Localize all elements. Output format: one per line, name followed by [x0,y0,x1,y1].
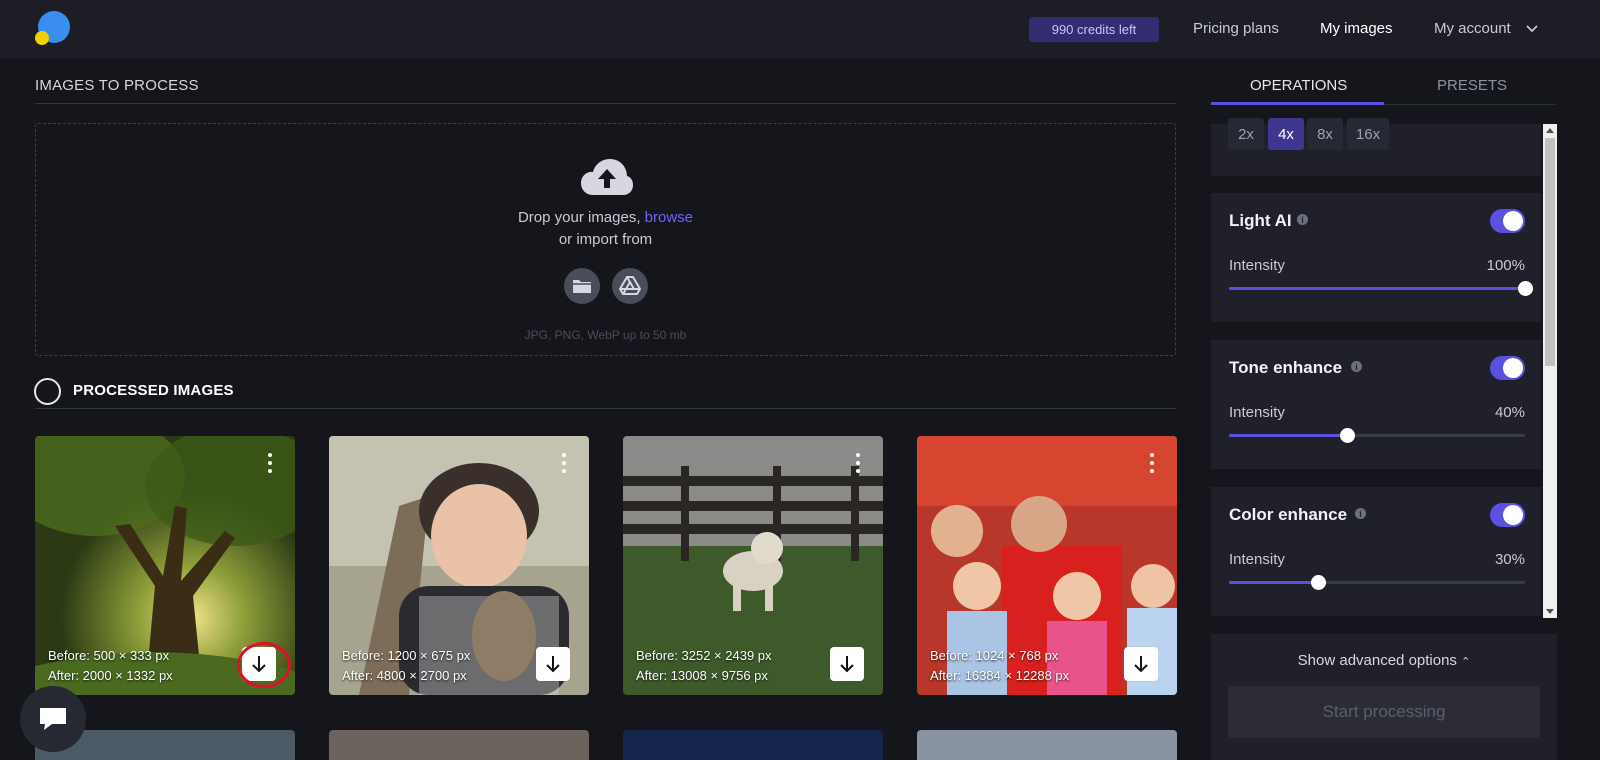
scale-2x-button[interactable]: 2x [1228,118,1264,150]
browse-link[interactable]: browse [645,209,693,226]
toggle-knob [1503,358,1523,378]
download-arrow-icon [840,656,854,673]
color-enhance-panel: Color enhance i Intensity 30% [1211,487,1541,616]
nav-my-images[interactable]: My images [1320,20,1393,37]
panel-scrollbar[interactable] [1543,124,1557,618]
after-size: After: 16384 × 12288 px [930,668,1070,683]
toggle-knob [1503,505,1523,525]
before-size: Before: 1024 × 768 px [930,648,1059,663]
intensity-slider[interactable] [1229,281,1533,296]
after-size: After: 2000 × 1332 px [48,668,173,683]
tab-presets[interactable]: PRESETS [1437,77,1507,94]
scale-8x-button[interactable]: 8x [1307,118,1343,150]
download-arrow-icon [546,656,560,673]
scrollbar-thumb[interactable] [1545,138,1555,366]
divider [35,408,1176,409]
drop-instructions: Drop your images, browse [36,209,1175,226]
after-size: After: 13008 × 9756 px [636,668,768,683]
scroll-up-arrow-icon[interactable] [1546,128,1554,133]
download-button[interactable] [830,647,864,681]
more-options-icon[interactable] [853,452,863,474]
before-size: Before: 500 × 333 px [48,648,170,663]
slider-fill [1229,287,1525,290]
processed-image-card-partial[interactable] [917,730,1177,760]
intensity-value: 30% [1494,551,1525,568]
download-highlight-ring [237,642,291,688]
upload-dropzone[interactable]: Drop your images, browse or import from … [35,123,1176,356]
intensity-label: Intensity [1229,257,1285,274]
images-to-process-title: IMAGES TO PROCESS [35,77,199,94]
before-size: Before: 3252 × 2439 px [636,648,772,663]
intensity-label: Intensity [1229,404,1285,421]
intensity-value: 40% [1494,404,1525,421]
start-processing-button[interactable]: Start processing [1228,686,1540,738]
scale-16x-button[interactable]: 16x [1347,118,1389,150]
processed-image-card[interactable]: Before: 3252 × 2439 px After: 13008 × 97… [623,436,883,695]
folder-icon [573,280,591,293]
light-ai-panel: Light AI i Intensity 100% [1211,193,1541,322]
chat-bubble-icon [40,708,66,730]
credits-badge[interactable]: 990 credits left [1029,17,1159,42]
cloud-upload-icon [581,159,633,195]
processed-image-card-partial[interactable] [329,730,589,760]
tone-enhance-panel: Tone enhance i Intensity 40% [1211,340,1541,469]
app-logo[interactable] [34,10,72,48]
after-size: After: 4800 × 2700 px [342,668,467,683]
import-from-text: or import from [558,231,653,248]
active-tab-indicator [1211,102,1384,105]
scroll-down-arrow-icon[interactable] [1546,609,1554,614]
operation-title: Tone enhance [1229,358,1343,377]
processed-image-card[interactable]: Before: 1200 × 675 px After: 4800 × 2700… [329,436,589,695]
info-icon[interactable]: i [1355,508,1366,519]
top-bar: 990 credits left Pricing plans My images… [0,0,1600,58]
nav-pricing-plans[interactable]: Pricing plans [1193,20,1279,37]
info-icon[interactable]: i [1297,214,1308,225]
divider [35,103,1176,104]
google-drive-icon [619,276,641,295]
slider-thumb[interactable] [1518,281,1533,296]
tone-enhance-toggle[interactable] [1490,356,1525,380]
download-button[interactable] [536,647,570,681]
processed-images-title: PROCESSED IMAGES [73,382,234,399]
chevron-down-icon[interactable] [1525,22,1539,36]
drop-text: Drop your images, [517,209,645,226]
import-folder-button[interactable] [564,268,600,304]
light-ai-toggle[interactable] [1490,209,1525,233]
more-options-icon[interactable] [1147,452,1157,474]
color-enhance-toggle[interactable] [1490,503,1525,527]
processed-image-card-partial[interactable] [623,730,883,760]
slider-thumb[interactable] [1310,575,1326,590]
toggle-knob [1503,211,1523,231]
advanced-label: Show advanced options [1297,652,1457,669]
intensity-slider[interactable] [1229,575,1525,590]
advanced-section: Show advanced options ⌃ Start processing [1211,634,1557,760]
more-options-icon[interactable] [265,452,275,474]
tab-operations[interactable]: OPERATIONS [1250,77,1347,94]
select-all-radio[interactable] [34,378,61,405]
scale-4x-button[interactable]: 4x [1268,118,1304,150]
download-button[interactable] [1124,647,1158,681]
show-advanced-options-toggle[interactable]: Show advanced options ⌃ [1211,652,1557,669]
formats-note: JPG, PNG, WebP up to 50 mb [524,328,687,342]
slider-fill [1229,434,1348,437]
import-google-drive-button[interactable] [612,268,648,304]
slider-thumb[interactable] [1340,428,1356,443]
operation-title: Light AI [1229,211,1292,230]
operation-title: Color enhance [1229,505,1348,524]
more-options-icon[interactable] [559,452,569,474]
processed-image-card[interactable]: Before: 1024 × 768 px After: 16384 × 122… [917,436,1177,695]
intensity-value: 100% [1486,257,1525,274]
intensity-slider[interactable] [1229,428,1525,443]
slider-fill [1229,581,1318,584]
download-arrow-icon [1134,656,1148,673]
before-size: Before: 1200 × 675 px [342,648,471,663]
nav-my-account[interactable]: My account [1434,20,1511,37]
intensity-label: Intensity [1229,551,1285,568]
info-icon[interactable]: i [1351,361,1362,372]
chat-widget-button[interactable] [20,686,86,752]
chevron-up-icon: ⌃ [1461,656,1471,668]
